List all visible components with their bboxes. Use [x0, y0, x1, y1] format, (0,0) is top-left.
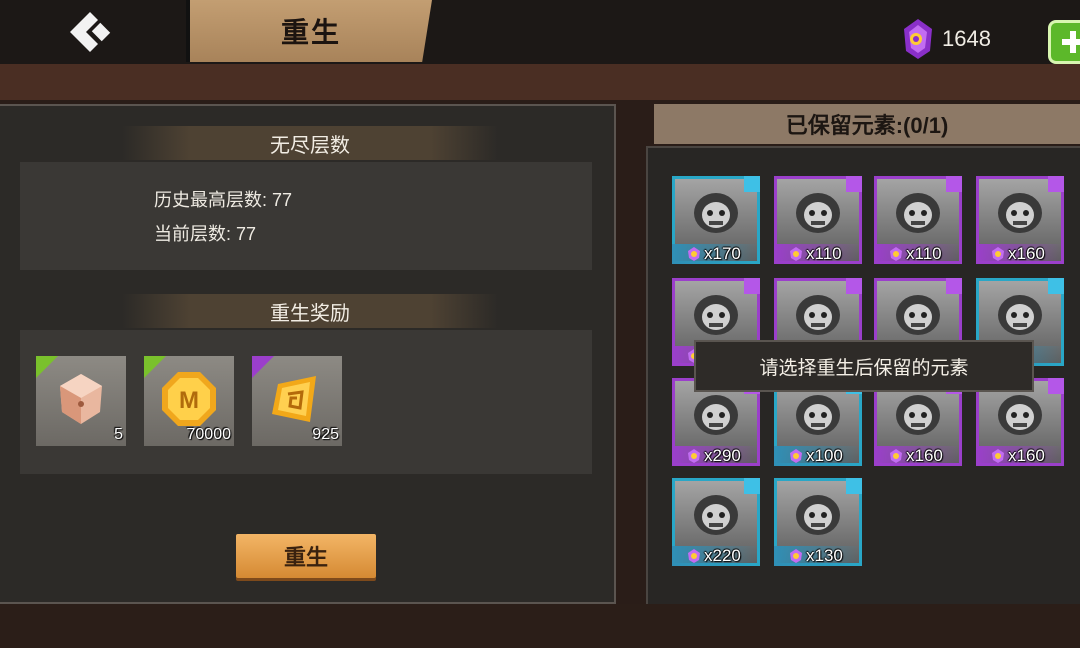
- rebirth-button-label: 重生: [283, 545, 328, 570]
- cost-badge: x160: [976, 244, 1064, 264]
- element-tile-rock-golem[interactable]: x160: [976, 176, 1064, 264]
- element-cost: x110: [806, 244, 842, 263]
- rebirth-panel: 无尽层数 历史最高层数: 77 当前层数: 77 重生奖励 5 M 70000: [0, 104, 616, 604]
- dragon-portrait-icon: [896, 395, 940, 435]
- scroll-icon: [272, 376, 316, 422]
- element-cost: x160: [1008, 244, 1045, 263]
- history-best-floor: 历史最高层数: 77: [154, 190, 293, 210]
- rewards-section-title: 重生奖励: [270, 302, 350, 325]
- element-cost: x160: [1008, 446, 1045, 465]
- monkey-portrait-icon: [694, 495, 738, 535]
- plus-icon: [1062, 31, 1080, 53]
- element-cost: x160: [906, 446, 943, 465]
- element-cost: x220: [704, 546, 741, 565]
- reward-qty: 5: [114, 426, 123, 443]
- cost-badge: x160: [976, 446, 1064, 466]
- ogre-portrait-icon: [694, 395, 738, 435]
- element-tile-monkey[interactable]: x220: [672, 478, 760, 566]
- current-floor: 当前层数: 77: [154, 224, 257, 244]
- element-cost: x100: [806, 446, 843, 465]
- coin-icon: M: [162, 372, 216, 426]
- crystal-spirit-portrait-icon: [896, 295, 940, 335]
- purple-gem-icon: [688, 449, 700, 463]
- element-tile-hooded-skull[interactable]: x170: [672, 176, 760, 264]
- purple-gem-icon: [992, 449, 1004, 463]
- shadow-cube-portrait-icon: [796, 495, 840, 535]
- select-element-tooltip: 请选择重生后保留的元素: [694, 340, 1034, 392]
- purple-gem-icon: [992, 247, 1004, 261]
- stone-giant-portrait-icon: [998, 295, 1042, 335]
- element-tile-shadow-cube[interactable]: x130: [774, 478, 862, 566]
- gem-count: 1648: [942, 26, 991, 51]
- back-button[interactable]: [60, 6, 120, 58]
- horned-witch-portrait-icon: [694, 295, 738, 335]
- tooltip-text: 请选择重生后保留的元素: [759, 357, 969, 379]
- cost-badge: x170: [672, 244, 760, 264]
- reward-qty: 70000: [186, 426, 232, 443]
- purple-gem-icon: [890, 247, 902, 261]
- hooded-skull-portrait-icon: [694, 193, 738, 233]
- add-currency-button[interactable]: [1048, 20, 1080, 64]
- cost-badge: x220: [672, 546, 760, 566]
- page-title-tab: 重生: [186, 0, 432, 62]
- purple-gem-icon: [790, 247, 802, 261]
- bottom-strip: [0, 604, 1080, 648]
- page-title: 重生: [280, 17, 341, 48]
- purple-gem-icon: [688, 549, 700, 563]
- endless-info-box: 历史最高层数: 77 当前层数: 77: [20, 162, 592, 270]
- crystal-icon: [60, 374, 102, 424]
- retained-elements-header: 已保留元素:(0/1): [654, 104, 1080, 144]
- element-cost: x170: [704, 244, 741, 263]
- element-cost: x290: [704, 446, 741, 465]
- bear-portrait-icon: [796, 193, 840, 233]
- endless-section-title: 无尽层数: [270, 134, 350, 157]
- svg-text:M: M: [179, 387, 199, 414]
- dark-knight-portrait-icon: [796, 295, 840, 335]
- element-cost: x130: [806, 546, 843, 565]
- reward-item-scroll[interactable]: 925: [252, 356, 342, 446]
- purple-gem-icon: [890, 449, 902, 463]
- rebirth-button[interactable]: 重生: [236, 534, 376, 578]
- top-bar-strip: [0, 64, 1080, 100]
- cost-badge: x100: [774, 446, 862, 466]
- endless-section-header: 无尽层数: [122, 126, 498, 160]
- element-cost: x110: [906, 244, 942, 263]
- reward-item-coin[interactable]: M 70000: [144, 356, 234, 446]
- retained-elements-title: 已保留元素:(0/1): [785, 113, 949, 138]
- cost-badge: x160: [874, 446, 962, 466]
- element-tile-spiky-beast[interactable]: x110: [874, 176, 962, 264]
- reward-qty: 925: [312, 426, 339, 443]
- cost-badge: x110: [874, 244, 962, 264]
- purple-gem-icon: [790, 449, 802, 463]
- cost-badge: x130: [774, 546, 862, 566]
- purple-gem-icon: [688, 247, 700, 261]
- rewards-section-header: 重生奖励: [122, 294, 498, 328]
- reward-item-crystal[interactable]: 5: [36, 356, 126, 446]
- purple-gem-icon: [904, 19, 932, 59]
- cost-badge: x290: [672, 446, 760, 466]
- back-arrow-icon: [70, 12, 111, 52]
- rock-golem-portrait-icon: [998, 193, 1042, 233]
- spiky-beast-portrait-icon: [896, 193, 940, 233]
- purple-gem-icon: [790, 549, 802, 563]
- plague-doctor-portrait-icon: [796, 395, 840, 435]
- cost-badge: x110: [774, 244, 862, 264]
- element-tile-bear[interactable]: x110: [774, 176, 862, 264]
- gem-currency: 1648: [900, 14, 991, 64]
- armored-warrior-portrait-icon: [998, 395, 1042, 435]
